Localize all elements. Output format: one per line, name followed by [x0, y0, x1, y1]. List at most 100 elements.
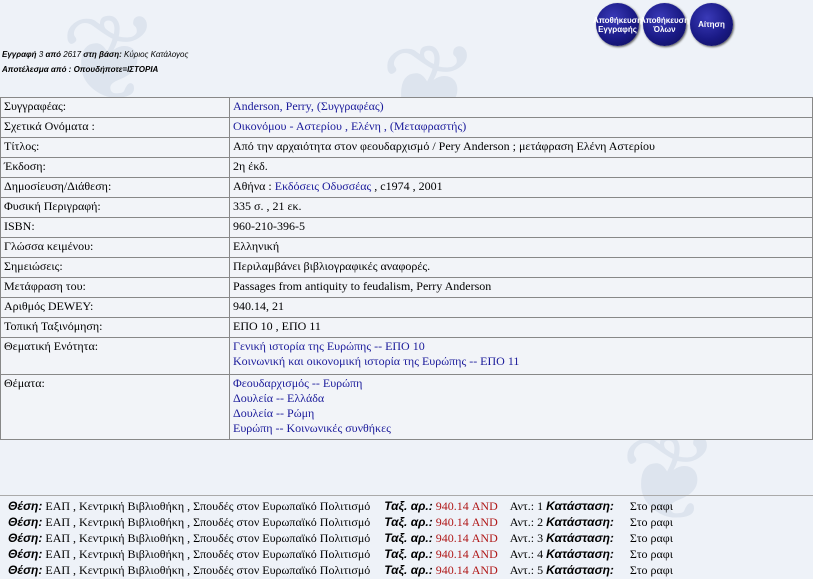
table-row: Φυσική Περιγραφή: 335 σ. , 21 εκ.: [0, 197, 813, 218]
subject-link[interactable]: Δουλεία -- Ελλάδα: [233, 391, 324, 405]
table-row: Τοπική Ταξινόμηση: ΕΠΟ 10 , ΕΠΟ 11: [0, 317, 813, 338]
isbn-label: ISBN:: [0, 217, 230, 238]
edition-value: 2η έκδ.: [229, 157, 813, 178]
request-button[interactable]: Αίτηση: [690, 3, 733, 46]
publication-place: Αθήνα :: [233, 179, 275, 193]
table-row: Θέματα: Φεουδαρχισμός -- Ευρώπη Δουλεία …: [0, 374, 813, 440]
publisher-link[interactable]: Εκδόσεις Οδυσσέας: [275, 179, 372, 193]
status-label: Κατάσταση:: [546, 563, 614, 577]
copy-number: Αντ.: 3: [509, 531, 544, 545]
table-row: Σχετικά Ονόματα : Οικονόμου - Αστερίου ,…: [0, 117, 813, 138]
table-row: ISBN: 960-210-396-5: [0, 217, 813, 238]
save-all-button[interactable]: Αποθήκευση Όλων: [640, 3, 689, 46]
author-link[interactable]: Anderson, Perry, (Συγγραφέας): [233, 99, 384, 113]
publication-value: Αθήνα : Εκδόσεις Οδυσσέας , c1974 , 2001: [229, 177, 813, 198]
call-number-label: Ταξ. αρ.:: [384, 531, 433, 545]
edition-label: Έκδοση:: [0, 157, 230, 178]
call-number-label: Ταξ. αρ.:: [384, 547, 433, 561]
record-info: Εγγραφή 3 από 2617 στη βάση: Κύριος Κατά…: [2, 47, 188, 77]
dewey-value: 940.14, 21: [229, 297, 813, 318]
thematic-unit-link[interactable]: Γενική ιστορία της Ευρώπης -- ΕΠΟ 10: [233, 339, 425, 353]
translation-of-label: Μετάφραση του:: [0, 277, 230, 298]
local-classification-label: Τοπική Ταξινόμηση:: [0, 317, 230, 338]
language-label: Γλώσσα κειμένου:: [0, 237, 230, 258]
subject-link[interactable]: Δουλεία -- Ρώμη: [233, 406, 314, 420]
status-label: Κατάσταση:: [546, 547, 614, 561]
action-buttons: Αποθήκευση Εγγραφής Αποθήκευση Όλων Αίτη…: [593, 3, 733, 46]
status-value: Στο ραφι: [629, 531, 673, 545]
table-row: Δημοσίευση/Διάθεση: Αθήνα : Εκδόσεις Οδυ…: [0, 177, 813, 198]
notes-value: Περιλαμβάνει βιβλιογραφικές αναφορές.: [229, 257, 813, 278]
holding-row: Θέση: ΕΑΠ , Κεντρική Βιβλιοθήκη , Σπουδέ…: [0, 515, 813, 531]
call-number-label: Ταξ. αρ.:: [384, 563, 433, 577]
call-number-value: 940.14 AND: [435, 547, 498, 561]
thematic-unit-label: Θεματική Ενότητα:: [0, 337, 230, 375]
location-label: Θέση:: [8, 547, 43, 561]
table-row: Μετάφραση του: Passages from antiquity t…: [0, 277, 813, 298]
thematic-unit-link[interactable]: Κοινωνική και οικονομική ιστορία της Ευρ…: [233, 354, 519, 368]
holding-row: Θέση: ΕΑΠ , Κεντρική Βιβλιοθήκη , Σπουδέ…: [0, 499, 813, 515]
status-label: Κατάσταση:: [546, 531, 614, 545]
physical-description-label: Φυσική Περιγραφή:: [0, 197, 230, 218]
save-record-button[interactable]: Αποθήκευση Εγγραφής: [593, 3, 642, 46]
status-label: Κατάσταση:: [546, 499, 614, 513]
status-value: Στο ραφι: [629, 515, 673, 529]
result-query: Αποτέλεσμα από : Οπουδήποτε=ΙΣΤΟΡΙΑ: [2, 65, 159, 74]
table-row: Αριθμός DEWEY: 940.14, 21: [0, 297, 813, 318]
call-number-value: 940.14 AND: [435, 563, 498, 577]
location-label: Θέση:: [8, 515, 43, 529]
location-value: ΕΑΠ , Κεντρική Βιβλιοθήκη , Σπουδές στον…: [45, 563, 371, 577]
holdings-list: Θέση: ΕΑΠ , Κεντρική Βιβλιοθήκη , Σπουδέ…: [0, 495, 813, 579]
title-value: Από την αρχαιότητα στον φεουδαρχισμό / P…: [229, 137, 813, 158]
status-label: Κατάσταση:: [546, 515, 614, 529]
copy-number: Αντ.: 4: [509, 547, 544, 561]
title-label: Τίτλος:: [0, 137, 230, 158]
record-label: Εγγραφή: [2, 50, 37, 59]
location-value: ΕΑΠ , Κεντρική Βιβλιοθήκη , Σπουδές στον…: [45, 547, 371, 561]
copy-number: Αντ.: 5: [509, 563, 544, 577]
dewey-label: Αριθμός DEWEY:: [0, 297, 230, 318]
table-row: Θεματική Ενότητα: Γενική ιστορία της Ευρ…: [0, 337, 813, 375]
call-number-label: Ταξ. αρ.:: [384, 499, 433, 513]
database-label: στη βάση:: [83, 50, 122, 59]
call-number-value: 940.14 AND: [435, 499, 498, 513]
record-total: 2617: [63, 50, 82, 59]
translation-of-value: Passages from antiquity to feudalism, Pe…: [229, 277, 813, 298]
publication-label: Δημοσίευση/Διάθεση:: [0, 177, 230, 198]
record-number: 3: [38, 50, 44, 59]
publication-year: , c1974 , 2001: [371, 179, 443, 193]
status-value: Στο ραφι: [629, 547, 673, 561]
status-value: Στο ραφι: [629, 563, 673, 577]
subjects-label: Θέματα:: [0, 374, 230, 440]
physical-description-value: 335 σ. , 21 εκ.: [229, 197, 813, 218]
table-row: Έκδοση: 2η έκδ.: [0, 157, 813, 178]
record-details-table: Συγγραφέας: Anderson, Perry, (Συγγραφέας…: [0, 97, 813, 440]
subject-link[interactable]: Φεουδαρχισμός -- Ευρώπη: [233, 376, 362, 390]
table-row: Τίτλος: Από την αρχαιότητα στον φεουδαρχ…: [0, 137, 813, 158]
table-row: Γλώσσα κειμένου: Ελληνική: [0, 237, 813, 258]
subject-link[interactable]: Ευρώπη -- Κοινωνικές συνθήκες: [233, 421, 391, 435]
holding-row: Θέση: ΕΑΠ , Κεντρική Βιβλιοθήκη , Σπουδέ…: [0, 547, 813, 563]
local-classification-value: ΕΠΟ 10 , ΕΠΟ 11: [229, 317, 813, 338]
status-value: Στο ραφι: [629, 499, 673, 513]
database-name: Κύριος Κατάλογος: [124, 50, 189, 59]
location-label: Θέση:: [8, 499, 43, 513]
notes-label: Σημειώσεις:: [0, 257, 230, 278]
related-name-link[interactable]: Οικονόμου - Αστερίου , Ελένη , (Μεταφρασ…: [233, 119, 466, 133]
location-label: Θέση:: [8, 531, 43, 545]
copy-number: Αντ.: 1: [509, 499, 544, 513]
location-value: ΕΑΠ , Κεντρική Βιβλιοθήκη , Σπουδές στον…: [45, 531, 371, 545]
table-row: Σημειώσεις: Περιλαμβάνει βιβλιογραφικές …: [0, 257, 813, 278]
isbn-value: 960-210-396-5: [229, 217, 813, 238]
author-label: Συγγραφέας:: [0, 97, 230, 118]
call-number-value: 940.14 AND: [435, 515, 498, 529]
from-label: από: [45, 50, 62, 59]
related-names-label: Σχετικά Ονόματα :: [0, 117, 230, 138]
call-number-label: Ταξ. αρ.:: [384, 515, 433, 529]
location-value: ΕΑΠ , Κεντρική Βιβλιοθήκη , Σπουδές στον…: [45, 499, 371, 513]
location-label: Θέση:: [8, 563, 43, 577]
holding-row: Θέση: ΕΑΠ , Κεντρική Βιβλιοθήκη , Σπουδέ…: [0, 531, 813, 547]
table-row: Συγγραφέας: Anderson, Perry, (Συγγραφέας…: [0, 97, 813, 118]
copy-number: Αντ.: 2: [509, 515, 544, 529]
location-value: ΕΑΠ , Κεντρική Βιβλιοθήκη , Σπουδές στον…: [45, 515, 371, 529]
